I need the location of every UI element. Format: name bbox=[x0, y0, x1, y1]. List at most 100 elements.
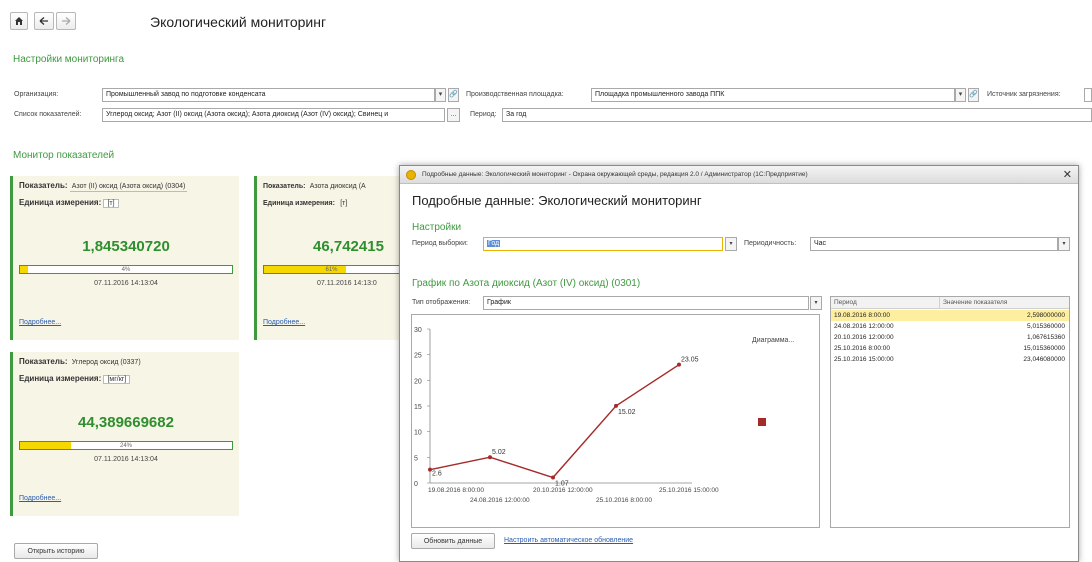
app-logo-icon bbox=[406, 170, 416, 180]
details-dialog: Подробные данные: Экологический монитори… bbox=[399, 165, 1079, 562]
unit-value: [т] bbox=[340, 200, 348, 207]
unit-label: Единица измерения: bbox=[19, 198, 102, 207]
indicator-value: Азот (II) оксид (Азота оксид) (0304) bbox=[69, 183, 188, 192]
site-open-button[interactable]: 🔗 bbox=[968, 88, 979, 102]
unit-value: [мг/кг] bbox=[103, 375, 131, 384]
progress-bar: 61% bbox=[263, 265, 400, 274]
site-label: Производственная площадка: bbox=[466, 91, 564, 98]
forward-button[interactable] bbox=[56, 12, 76, 30]
measure-date: 07.11.2016 14:13:04 bbox=[94, 280, 158, 287]
legend-swatch bbox=[758, 418, 766, 426]
refresh-data-button[interactable]: Обновить данные bbox=[411, 533, 495, 549]
cell-period: 25.10.2016 8:00:00 bbox=[834, 345, 891, 352]
table-header: Период Значение показателя bbox=[831, 297, 1069, 309]
back-button[interactable] bbox=[34, 12, 54, 30]
x-tick-label: 24.08.2016 12:00:00 bbox=[470, 497, 530, 504]
indicator-card: Показатель: Азота диоксид (А Единица изм… bbox=[254, 176, 400, 340]
sample-period-field[interactable]: Год bbox=[483, 237, 723, 251]
more-link[interactable]: Подробнее... bbox=[19, 319, 61, 326]
sample-period-value: Год bbox=[487, 240, 501, 247]
periodicity-label: Периодичность: bbox=[744, 240, 797, 247]
period-label: Период: bbox=[470, 111, 497, 118]
indicator-amount: 44,389669682 bbox=[78, 414, 174, 431]
close-icon[interactable]: ✕ bbox=[1063, 168, 1072, 181]
org-dropdown-button[interactable]: ▾ bbox=[435, 88, 446, 102]
org-label: Организация: bbox=[14, 91, 59, 98]
source-field[interactable] bbox=[1084, 88, 1092, 102]
measure-date: 07.11.2016 14:13:04 bbox=[94, 456, 158, 463]
indicator-label: Показатель: bbox=[19, 181, 68, 190]
more-link[interactable]: Подробнее... bbox=[263, 319, 305, 326]
dialog-heading: Подробные данные: Экологический монитори… bbox=[412, 193, 702, 208]
x-tick-label: 20.10.2016 12:00:00 bbox=[533, 487, 593, 494]
progress-bar: 24% bbox=[19, 441, 233, 450]
indicators-label: Список показателей: bbox=[14, 111, 82, 118]
cell-value: 2,598000000 bbox=[1027, 312, 1065, 319]
monitor-section-title: Монитор показателей bbox=[13, 150, 115, 161]
progress-percent: 24% bbox=[119, 443, 132, 449]
unit-label: Единица измерения: bbox=[263, 200, 335, 207]
table-row[interactable]: 19.08.2016 8:00:00 2,598000000 bbox=[831, 310, 1069, 321]
dialog-titlebar[interactable]: Подробные данные: Экологический монитори… bbox=[400, 166, 1078, 184]
progress-percent: 61% bbox=[325, 267, 338, 273]
y-tick-label: 15 bbox=[414, 404, 422, 411]
org-open-button[interactable]: 🔗 bbox=[448, 88, 459, 102]
x-tick-label: 25.10.2016 15:00:00 bbox=[659, 487, 719, 494]
dialog-settings-title: Настройки bbox=[412, 222, 462, 233]
series-line bbox=[429, 364, 680, 479]
periodicity-dropdown[interactable]: ▾ bbox=[1058, 237, 1070, 251]
indicator-label: Показатель: bbox=[19, 357, 68, 366]
line-chart: 0 5 10 15 20 25 30 19.08.2016 8:00:00 24.08.2016… bbox=[414, 327, 794, 504]
cell-period: 19.08.2016 8:00:00 bbox=[834, 312, 891, 319]
table-row[interactable]: 20.10.2016 12:00:00 1,067615360 bbox=[831, 332, 1069, 343]
period-field[interactable]: За год bbox=[502, 108, 1092, 122]
cell-value: 23,046080000 bbox=[1023, 356, 1065, 363]
table-row[interactable]: 25.10.2016 15:00:00 23,046080000 bbox=[831, 354, 1069, 365]
table-row[interactable]: 25.10.2016 8:00:00 15,015360000 bbox=[831, 343, 1069, 354]
x-tick-label: 19.08.2016 8:00:00 bbox=[428, 487, 484, 494]
column-header-value[interactable]: Значение показателя bbox=[943, 299, 1007, 306]
indicators-select-button[interactable]: ... bbox=[447, 108, 460, 122]
unit-label: Единица измерения: bbox=[19, 374, 102, 383]
cell-value: 5,015360000 bbox=[1027, 323, 1065, 330]
site-dropdown-button[interactable]: ▾ bbox=[955, 88, 966, 102]
source-label: Источник загрязнения: bbox=[987, 91, 1061, 98]
column-header-period[interactable]: Период bbox=[834, 299, 857, 306]
data-label: 2.6 bbox=[432, 471, 442, 478]
y-tick-label: 30 bbox=[414, 327, 422, 334]
data-point[interactable] bbox=[551, 475, 555, 480]
data-label: 23.05 bbox=[681, 357, 699, 364]
chart-area: 0 5 10 15 20 25 30 19.08.2016 8:00:00 24.08.2016… bbox=[411, 314, 820, 528]
indicator-card: Показатель: Азот (II) оксид (Азота оксид… bbox=[10, 176, 239, 340]
home-button[interactable] bbox=[10, 12, 28, 30]
periodicity-field[interactable]: Час bbox=[810, 237, 1058, 251]
display-type-label: Тип отображения: bbox=[412, 299, 471, 306]
open-history-button[interactable]: Открыть историю bbox=[14, 543, 98, 559]
progress-bar: 4% bbox=[19, 265, 233, 274]
more-link[interactable]: Подробнее... bbox=[19, 495, 61, 502]
indicators-field[interactable]: Углерод оксид; Азот (II) оксид (Азота ок… bbox=[102, 108, 445, 122]
org-field[interactable]: Промышленный завод по подготовке конденс… bbox=[102, 88, 435, 102]
data-label: 5.02 bbox=[492, 449, 506, 456]
indicator-value: Азота диоксид (А bbox=[309, 183, 366, 190]
display-type-field[interactable]: График bbox=[483, 296, 809, 310]
arrow-right-icon bbox=[62, 17, 71, 25]
sample-period-label: Период выборки: bbox=[412, 240, 468, 247]
y-tick-label: 5 bbox=[414, 455, 418, 462]
site-field[interactable]: Площадка промышленного завода ППК bbox=[591, 88, 955, 102]
x-tick-label: 25.10.2016 8:00:00 bbox=[596, 497, 652, 504]
cell-period: 25.10.2016 15:00:00 bbox=[834, 356, 894, 363]
cell-period: 24.08.2016 12:00:00 bbox=[834, 323, 894, 330]
home-icon bbox=[15, 17, 23, 25]
indicator-card: Показатель: Углерод оксид (0337) Единица… bbox=[10, 352, 239, 516]
dialog-window-title: Подробные данные: Экологический монитори… bbox=[422, 171, 808, 178]
sample-period-dropdown[interactable]: ▾ bbox=[725, 237, 737, 251]
display-type-dropdown[interactable]: ▾ bbox=[810, 296, 822, 310]
page-title: Экологический мониторинг bbox=[150, 14, 327, 30]
y-tick-label: 0 bbox=[414, 481, 418, 488]
data-point[interactable] bbox=[614, 403, 618, 408]
table-row[interactable]: 24.08.2016 12:00:00 5,015360000 bbox=[831, 321, 1069, 332]
data-label: 1.07 bbox=[555, 481, 569, 488]
y-tick-label: 25 bbox=[414, 353, 422, 360]
auto-refresh-link[interactable]: Настроить автоматическое обновление bbox=[504, 537, 633, 544]
